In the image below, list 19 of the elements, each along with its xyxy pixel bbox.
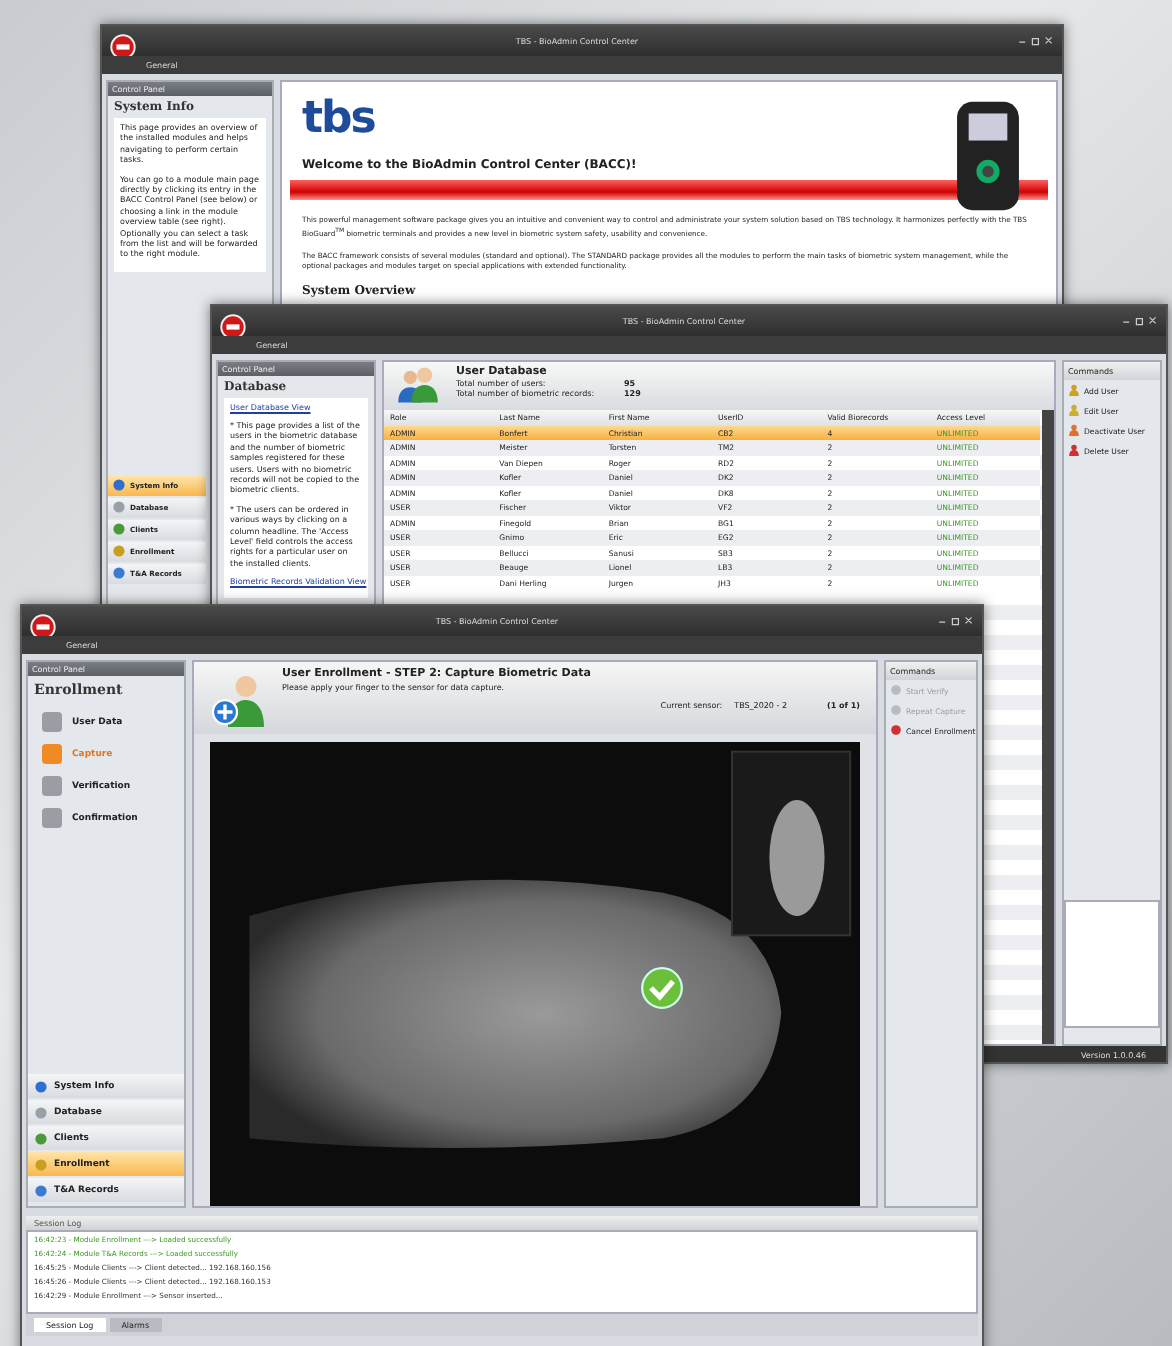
window-controls-icon[interactable] — [938, 616, 974, 626]
window-controls-icon[interactable] — [1018, 36, 1054, 46]
user-icon — [1068, 384, 1080, 396]
window-controls-icon[interactable] — [1122, 316, 1158, 326]
users-icon — [396, 366, 440, 404]
user-icon — [1068, 424, 1080, 436]
user-icon — [1068, 404, 1080, 416]
scrollbar[interactable] — [1042, 410, 1054, 1044]
check-icon — [640, 966, 684, 1010]
add-user-icon — [210, 672, 270, 728]
company-logo: tbs — [302, 98, 377, 142]
app-logo-icon[interactable] — [220, 313, 246, 339]
step-icon — [40, 710, 64, 734]
user-icon — [1068, 444, 1080, 456]
step-icon — [40, 742, 64, 766]
app-logo-icon[interactable] — [110, 33, 136, 59]
step-icon — [40, 806, 64, 830]
step-icon — [40, 774, 64, 798]
app-logo-icon[interactable] — [30, 613, 56, 639]
